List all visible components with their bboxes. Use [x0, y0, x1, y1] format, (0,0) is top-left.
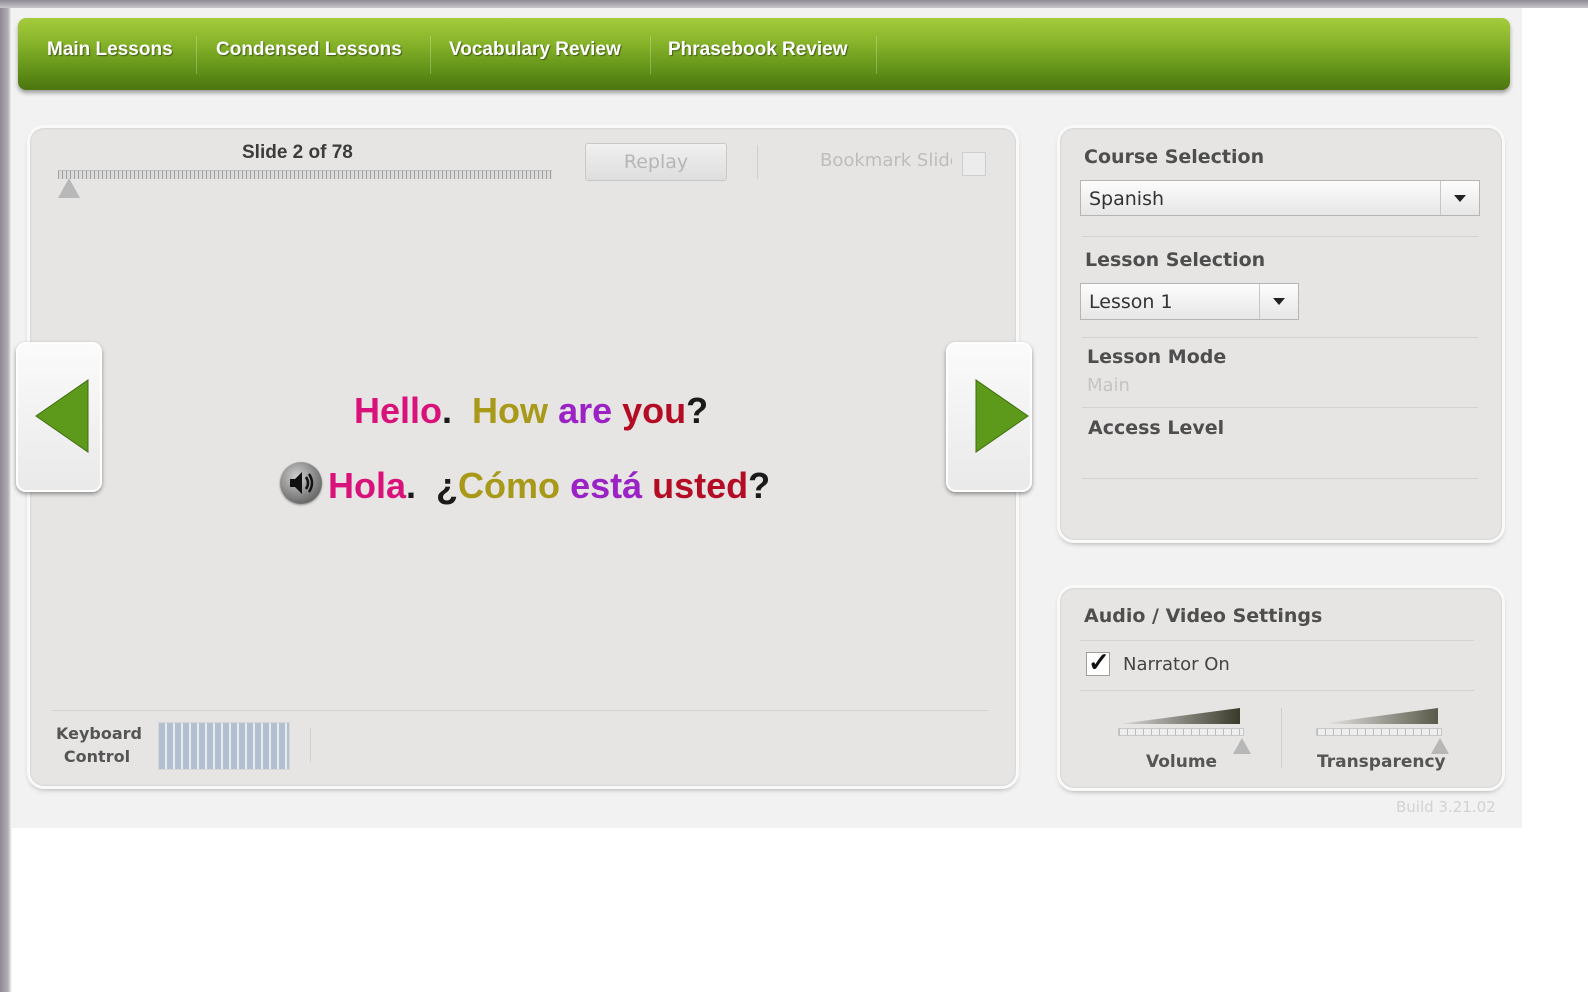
volume-slider-track[interactable] [1118, 728, 1244, 736]
panel-divider [52, 710, 988, 711]
speaker-glyph [290, 472, 314, 494]
slide-progress-track[interactable] [58, 170, 552, 179]
lesson-select[interactable]: Lesson 1 [1080, 283, 1299, 320]
panel-divider [1082, 337, 1478, 338]
volume-slider-thumb[interactable] [1233, 738, 1251, 754]
toolbar-divider [310, 728, 311, 762]
check-icon: ✓ [1088, 647, 1110, 677]
word-are[interactable]: are [558, 390, 612, 431]
nav-divider [196, 36, 197, 74]
slide-progress-thumb[interactable] [58, 178, 81, 198]
volume-label: Volume [1146, 752, 1218, 772]
course-selection-heading: Course Selection [1084, 146, 1265, 168]
english-sentence: Hello. How are you? [354, 390, 708, 432]
panel-divider [1082, 236, 1478, 237]
word-hello[interactable]: Hello [354, 390, 442, 431]
next-slide-button[interactable] [946, 342, 1032, 492]
lesson-mode-heading: Lesson Mode [1087, 346, 1227, 368]
word-question: ? [748, 465, 771, 506]
nav-divider [650, 36, 651, 74]
keyboard-icon[interactable] [158, 722, 290, 770]
nav-divider [430, 36, 431, 74]
word-you[interactable]: you [622, 390, 686, 431]
word-hola[interactable]: Hola [328, 465, 406, 506]
build-version: Build 3.21.02 [1396, 798, 1496, 816]
previous-slide-button[interactable] [16, 342, 102, 492]
bookmark-checkbox[interactable] [962, 152, 986, 176]
nav-phrasebook-review[interactable]: Phrasebook Review [668, 18, 848, 86]
volume-ramp-icon [1120, 708, 1240, 724]
slider-divider [1281, 708, 1282, 768]
panel-divider [1080, 690, 1474, 691]
nav-condensed-lessons[interactable]: Condensed Lessons [216, 18, 402, 86]
arrow-right-icon [975, 379, 1029, 453]
course-select-value: Spanish [1089, 188, 1165, 210]
replay-button[interactable]: Replay [585, 143, 727, 181]
lesson-selection-heading: Lesson Selection [1085, 249, 1266, 271]
word-question: ? [686, 390, 709, 431]
narrator-checkbox[interactable]: ✓ [1086, 647, 1110, 677]
panel-divider [1082, 478, 1478, 479]
keyboard-control-label: Keyboard Control [56, 722, 142, 768]
transparency-ramp-icon [1318, 708, 1438, 724]
audio-video-heading: Audio / Video Settings [1084, 605, 1323, 627]
panel-divider [1080, 640, 1474, 641]
nav-vocabulary-review[interactable]: Vocabulary Review [449, 18, 621, 86]
lesson-select-value: Lesson 1 [1089, 291, 1173, 313]
keyboard-label-line2: Control [63, 747, 131, 766]
word-how[interactable]: How [472, 390, 548, 431]
course-select[interactable]: Spanish [1080, 180, 1480, 216]
keyboard-label-line1: Keyboard [56, 724, 142, 743]
narrator-label: Narrator On [1123, 654, 1230, 675]
speaker-icon[interactable] [280, 462, 322, 504]
word-period: . [442, 390, 453, 431]
word-period: . [406, 465, 417, 506]
bookmark-label: Bookmark Slide [820, 150, 952, 171]
word-esta[interactable]: está [570, 465, 642, 506]
toolbar-divider [757, 145, 758, 179]
word-usted[interactable]: usted [652, 465, 748, 506]
chevron-down-icon [1440, 181, 1479, 215]
arrow-left-icon [35, 379, 89, 453]
spanish-sentence: Hola. ¿Cómo está usted? [328, 465, 770, 507]
nav-divider [876, 36, 877, 74]
transparency-slider-track[interactable] [1316, 728, 1442, 736]
main-nav-bar: Main Lessons Condensed Lessons Vocabular… [18, 18, 1510, 90]
panel-divider [1082, 407, 1478, 408]
transparency-label: Transparency [1317, 752, 1446, 772]
word-como[interactable]: Cómo [458, 465, 560, 506]
chevron-down-icon [1259, 284, 1298, 319]
lesson-mode-value: Main [1087, 375, 1130, 396]
access-level-heading: Access Level [1088, 417, 1225, 439]
word-inverted-question: ¿ [436, 465, 459, 506]
slide-counter: Slide 2 of 78 [242, 142, 353, 163]
lesson-panel [30, 128, 1016, 786]
nav-main-lessons[interactable]: Main Lessons [47, 18, 173, 86]
